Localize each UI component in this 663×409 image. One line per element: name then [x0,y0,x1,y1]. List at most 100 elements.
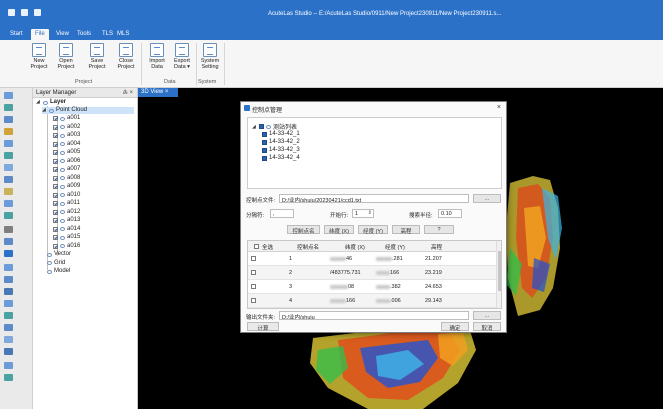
visibility-checkbox[interactable] [53,141,58,147]
tree-node-cloud-item[interactable]: a006 [53,158,80,165]
system-setting-button[interactable]: System Setting [198,43,222,70]
collapse-arrow-icon[interactable]: ◢ [36,99,41,106]
import-data-button[interactable]: Import Data [145,43,169,70]
clip-tool-icon[interactable] [4,176,13,183]
volume-tool-icon[interactable] [4,238,13,245]
app-icon[interactable] [8,9,15,16]
tree-node-cloud-item[interactable]: a014 [53,226,80,233]
visibility-checkbox[interactable] [53,235,58,240]
checkbox-checked[interactable] [262,155,267,161]
spin-arrows-icon[interactable]: ⇕ [368,210,372,216]
table-row[interactable]: 3 08 .382 24.653 [248,280,501,294]
segment-tool-icon[interactable] [4,164,13,171]
profile-tool-icon[interactable] [4,200,13,207]
color-tool-icon[interactable] [4,188,13,195]
row-checkbox[interactable] [251,270,256,275]
tree-node-cloud-item[interactable]: a010 [53,192,80,199]
tree-node-vector[interactable]: Vector [47,251,71,258]
checkbox-checked[interactable] [262,131,267,137]
mesh-tool-icon[interactable] [4,226,13,233]
tree-node-cloud-item[interactable]: a009 [53,183,80,190]
checkbox-checked[interactable] [262,147,267,153]
visibility-icon[interactable] [43,100,48,105]
plane-tool-icon[interactable] [4,276,13,283]
station-item[interactable]: 14-33-42_4 [262,155,300,161]
snapshot-tool-icon[interactable] [4,312,13,319]
area-tool-icon[interactable] [4,362,13,369]
visibility-checkbox[interactable] [53,192,58,198]
height-tool-icon[interactable] [4,374,13,381]
tab-view[interactable]: View [52,29,73,40]
tree-node-grid[interactable]: Grid [47,260,65,267]
checkbox-checked[interactable] [259,124,264,129]
visibility-checkbox[interactable] [53,158,58,164]
select-tool-icon[interactable] [4,250,13,257]
dialog-close-icon[interactable]: × [497,104,501,111]
tree-node-cloud-item[interactable]: a002 [53,124,80,131]
distance-tool-icon[interactable] [4,336,13,343]
report-tool-icon[interactable] [4,300,13,307]
station-item[interactable]: 14-33-42_3 [262,147,300,153]
tab-mls[interactable]: MLS [113,29,133,40]
panel-pin-close-icon[interactable]: ♵ × [122,89,133,96]
col-name-button[interactable]: 控制点名 [287,225,320,235]
tree-node-cloud-item[interactable]: a005 [53,149,80,156]
measure-tool-icon[interactable] [4,128,13,135]
visibility-checkbox[interactable] [53,133,58,138]
visibility-checkbox[interactable] [53,184,58,189]
visibility-checkbox[interactable] [53,167,58,172]
tab-tools[interactable]: Tools [73,29,95,40]
filter-tool-icon[interactable] [4,140,13,147]
annotate-tool-icon[interactable] [4,324,13,331]
tree-node-cloud-item[interactable]: a008 [53,175,80,182]
cancel-button[interactable]: 取消 [473,322,501,332]
export-tool-icon[interactable] [4,288,13,295]
classify-tool-icon[interactable] [4,152,13,159]
angle-tool-icon[interactable] [4,348,13,355]
visibility-checkbox[interactable] [53,150,58,155]
scrollbar-thumb[interactable] [498,251,501,291]
col-z-button[interactable]: 高程 [392,225,420,235]
register-tool-icon[interactable] [4,116,13,123]
col-extra-button[interactable]: ? [424,225,454,234]
tree-node-cloud-item[interactable]: a011 [53,200,80,207]
open-project-button[interactable]: Open Project [54,43,78,70]
row-checkbox[interactable] [251,256,256,261]
tree-node-cloud-item[interactable]: a013 [53,217,80,224]
quick-save-icon[interactable] [34,9,41,16]
browse-file-button[interactable]: ... [473,194,501,203]
quick-open-icon[interactable] [21,9,28,16]
tree-node-cloud-item[interactable]: a015 [53,234,80,241]
compute-button[interactable]: 计算 [247,322,279,332]
tree-node-cloud-item[interactable]: a007 [53,166,80,173]
visibility-icon[interactable] [49,108,54,113]
col-y-button[interactable]: 经度 (Y) [358,225,388,235]
select-all-checkbox[interactable] [254,244,259,249]
fit-tool-icon[interactable] [4,264,13,271]
close-project-button[interactable]: Close Project [114,43,138,70]
table-row[interactable]: 2 /483775.731 166 23.219 [248,266,501,280]
tree-node-model[interactable]: Model [47,268,70,275]
visibility-checkbox[interactable] [53,209,58,215]
tree-node-cloud-item[interactable]: a016 [53,243,80,250]
ok-button[interactable]: 确定 [441,322,469,332]
collapse-arrow-icon[interactable]: ◢ [42,107,47,114]
start-row-spinbox[interactable]: 1 ⇕ [352,209,374,218]
tab-file[interactable]: File [31,29,49,40]
visibility-checkbox[interactable] [53,175,58,181]
col-x-button[interactable]: 纬度 (X) [324,225,354,235]
tree-node-cloud-item[interactable]: a012 [53,209,80,216]
tree-node-point-cloud[interactable]: ◢ Point Cloud [42,107,134,114]
visibility-checkbox[interactable] [53,243,58,249]
export-data-button[interactable]: Export Data ▾ [170,43,194,70]
table-scrollbar[interactable] [496,241,501,308]
contour-tool-icon[interactable] [4,212,13,219]
tree-node-cloud-item[interactable]: a001 [53,115,80,122]
visibility-checkbox[interactable] [53,124,58,130]
row-checkbox[interactable] [251,284,256,289]
collapse-arrow-icon[interactable]: ◢ [252,124,257,130]
new-project-button[interactable]: New Project [27,43,51,70]
tab-start[interactable]: Start [6,29,27,40]
table-row[interactable]: 1 46 .281 21.207 [248,252,501,266]
row-checkbox[interactable] [251,298,256,303]
